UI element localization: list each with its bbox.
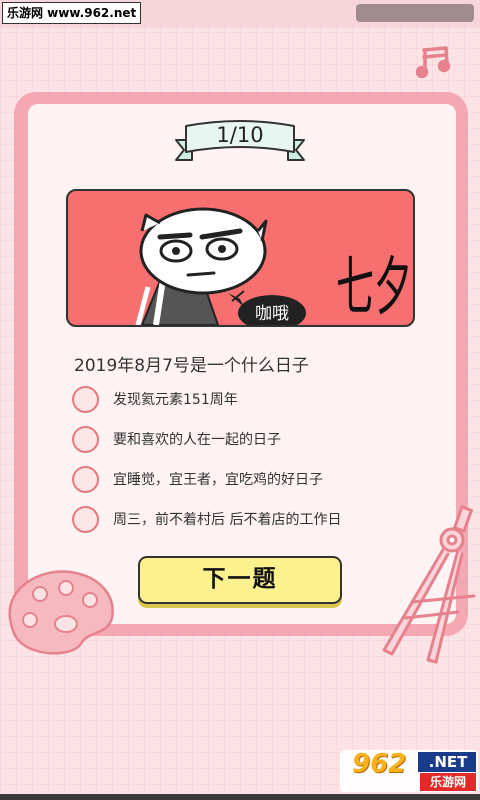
- watermark-net: .NET: [428, 753, 468, 771]
- option-label: 要和喜欢的人在一起的日子: [113, 432, 281, 448]
- question-text: 2019年8月7号是一个什么日子: [74, 356, 309, 376]
- big-calligraphy-text: 七夕: [336, 251, 412, 325]
- bubble-text: 咖哦: [255, 304, 289, 324]
- drafting-compass-icon: [382, 505, 476, 664]
- question-counter: 1/10: [216, 123, 264, 147]
- option-label: 周三，前不着村后 后不着店的工作日: [113, 512, 342, 528]
- status-indicator: [356, 4, 474, 22]
- radio-circle-icon[interactable]: [72, 425, 99, 453]
- music-note-icon[interactable]: [416, 44, 460, 78]
- next-question-button[interactable]: 下一题: [138, 556, 342, 604]
- cartoon-face-image: 咖哦 七夕: [135, 207, 412, 325]
- radio-circle-icon[interactable]: [72, 505, 99, 533]
- radio-circle-icon[interactable]: [72, 385, 99, 413]
- quiz-illustration: 咖哦 七夕: [66, 189, 415, 327]
- radio-circle-icon[interactable]: [72, 465, 99, 493]
- option-label: 发现氦元素151周年: [113, 392, 238, 408]
- watermark-num: 962: [352, 749, 407, 779]
- option-label: 宜睡觉，宜王者，宜吃鸡的好日子: [113, 472, 323, 488]
- status-bar: 乐游网 www.962.net: [0, 0, 480, 28]
- watermark-cn: 乐游网: [420, 773, 476, 791]
- option-1[interactable]: 发现氦元素151周年: [72, 384, 442, 414]
- option-3[interactable]: 宜睡觉，宜王者，宜吃鸡的好日子: [72, 464, 442, 494]
- paint-palette-icon: [8, 570, 114, 655]
- bottom-bar: [0, 794, 480, 800]
- watermark-top: 乐游网 www.962.net: [2, 2, 142, 24]
- option-2[interactable]: 要和喜欢的人在一起的日子: [72, 424, 442, 454]
